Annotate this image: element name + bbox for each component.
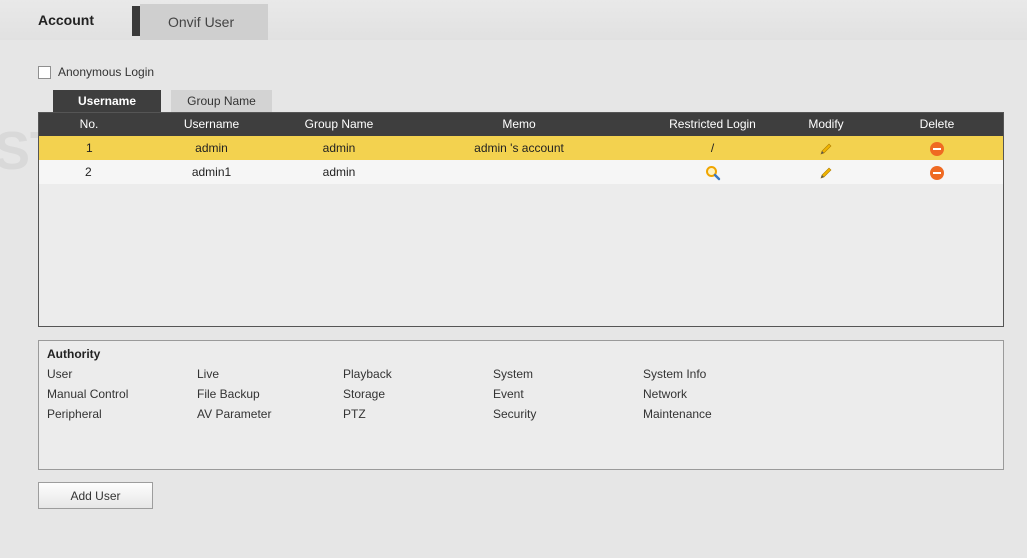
anonymous-login[interactable]: Anonymous Login <box>38 65 154 79</box>
top-tab-bar: Account Onvif User <box>0 0 1027 40</box>
authority-item: Playback <box>343 367 392 381</box>
authority-item: PTZ <box>343 407 366 421</box>
authority-panel: Authority User Live Playback System Syst… <box>38 340 1004 470</box>
authority-item: System Info <box>643 367 707 381</box>
authority-grid: User Live Playback System System Info Ma… <box>47 367 995 447</box>
cell-restricted-login: / <box>710 141 715 155</box>
cell-modify <box>781 160 871 184</box>
authority-item: Storage <box>343 387 386 401</box>
active-tab-marker <box>132 6 140 36</box>
header-memo: Memo <box>502 117 536 131</box>
cell-username: admin1 <box>191 165 232 179</box>
header-modify: Modify <box>808 117 844 131</box>
header-group-name: Group Name <box>304 117 374 131</box>
authority-item: Live <box>197 367 220 381</box>
cell-delete <box>871 136 1003 160</box>
subtab-username[interactable]: Username <box>53 90 161 112</box>
authority-item: File Backup <box>197 387 260 401</box>
cell-memo <box>394 160 644 184</box>
authority-item: Peripheral <box>47 407 102 421</box>
authority-item: Network <box>643 387 688 401</box>
anonymous-login-checkbox[interactable] <box>38 65 51 79</box>
header-no: No. <box>79 117 99 131</box>
delete-icon[interactable] <box>930 141 944 156</box>
authority-item: Event <box>493 387 524 401</box>
table-row[interactable]: 2 admin1 admin <box>39 160 1003 184</box>
pencil-icon[interactable] <box>819 166 833 180</box>
header-delete: Delete <box>919 117 955 131</box>
pencil-icon[interactable] <box>819 142 833 156</box>
cell-username: admin <box>195 141 228 155</box>
user-table: No. Username Group Name Memo Restricted … <box>38 112 1004 327</box>
authority-item: Security <box>493 407 537 421</box>
header-username: Username <box>183 117 240 131</box>
cell-no: 1 <box>86 141 93 155</box>
anonymous-login-label: Anonymous Login <box>58 65 155 79</box>
cell-modify <box>781 136 871 160</box>
cell-memo: admin 's account <box>474 141 564 155</box>
authority-title: Authority <box>47 347 101 361</box>
authority-item: System <box>493 367 534 381</box>
authority-item: AV Parameter <box>197 407 272 421</box>
subtab-group-name[interactable]: Group Name <box>171 90 272 112</box>
tab-onvif-user[interactable]: Onvif User <box>140 4 268 40</box>
header-restricted-login: Restricted Login <box>669 117 756 131</box>
cell-delete <box>871 160 1003 184</box>
authority-item: Maintenance <box>643 407 712 421</box>
tab-account[interactable]: Account <box>38 0 138 40</box>
delete-icon[interactable] <box>930 165 944 180</box>
search-icon[interactable] <box>705 165 721 181</box>
add-user-button[interactable]: Add User <box>38 482 153 509</box>
authority-item: User <box>47 367 73 381</box>
cell-group: admin <box>322 165 356 179</box>
table-row[interactable]: 1 admin admin admin 's account / <box>39 136 1003 160</box>
authority-item: Manual Control <box>47 387 129 401</box>
table-header: No. Username Group Name Memo Restricted … <box>39 113 1003 136</box>
cell-restricted-login <box>644 160 781 184</box>
cell-no: 2 <box>85 165 92 179</box>
cell-group: admin <box>322 141 356 155</box>
